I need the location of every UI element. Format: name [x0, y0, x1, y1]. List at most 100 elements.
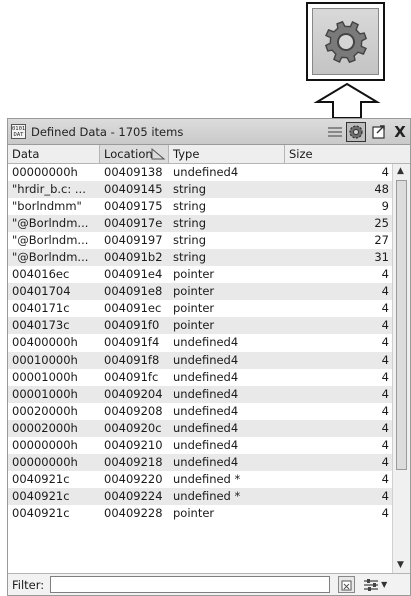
cell-location: 00409228 — [104, 505, 163, 520]
cell-data: 00001000h — [12, 386, 78, 401]
filter-options-icon[interactable]: ▼ — [363, 578, 387, 592]
cell-size: 4 — [381, 301, 389, 316]
table-row[interactable]: 00001000h 00409204 undefined4 4 — [8, 385, 410, 403]
filter-bar: Filter: ▼ — [8, 573, 410, 595]
defined-data-panel: 0101 DAT Defined Data - 1705 items X Dat… — [7, 118, 411, 596]
table-row[interactable]: 00000000h 00409210 undefined4 4 — [8, 436, 410, 454]
cell-location: 00409204 — [104, 386, 163, 401]
cell-size: 4 — [381, 454, 389, 469]
table-row[interactable]: 00000000h 00409218 undefined4 4 — [8, 453, 410, 471]
table-row[interactable]: "borlndmm" 00409175 string 9 — [8, 198, 410, 216]
cell-type: undefined4 — [173, 386, 239, 401]
cell-type: undefined4 — [173, 352, 239, 367]
cell-location: 00409210 — [104, 437, 163, 452]
cell-size: 4 — [381, 403, 389, 418]
cell-size: 4 — [381, 284, 389, 299]
cell-location: 0040920c — [104, 420, 162, 435]
cell-data: 00010000h — [12, 352, 78, 367]
cell-data: 00400000h — [12, 335, 78, 350]
cell-type: string — [173, 250, 207, 265]
cell-data: 0040921c — [12, 488, 70, 503]
table-row[interactable]: 0040921c 00409224 undefined * 4 — [8, 487, 410, 505]
column-header-location-label: Location — [104, 147, 153, 161]
export-icon[interactable] — [370, 123, 388, 141]
cell-location: 004091fc — [104, 369, 159, 384]
cell-location: 00409220 — [104, 471, 163, 486]
cell-type: undefined * — [173, 488, 241, 503]
scroll-up-icon[interactable]: ▲ — [397, 166, 404, 176]
cell-location: 00409197 — [104, 233, 163, 248]
scroll-down-icon[interactable]: ▼ — [397, 560, 404, 570]
cell-data: "@Borlndm... — [12, 233, 89, 248]
cell-data: 0040921c — [12, 505, 70, 520]
cell-size: 4 — [381, 318, 389, 333]
cell-size: 4 — [381, 386, 389, 401]
cell-location: 00409145 — [104, 182, 163, 197]
table-row[interactable]: 0040171c 004091ec pointer 4 — [8, 300, 410, 318]
filter-input[interactable] — [50, 576, 331, 593]
table-row[interactable]: 00001000h 004091fc undefined4 4 — [8, 368, 410, 386]
cell-data: 0040921c — [12, 471, 70, 486]
table-row[interactable]: 0040921c 00409220 undefined * 4 — [8, 470, 410, 488]
cell-type: undefined4 — [173, 335, 239, 350]
cell-location: 00409208 — [104, 403, 163, 418]
cell-size: 4 — [381, 267, 389, 282]
cell-size: 4 — [381, 165, 389, 179]
table-row[interactable]: 0040173c 004091f0 pointer 4 — [8, 317, 410, 335]
gear-icon — [324, 20, 367, 63]
cell-data: "borlndmm" — [12, 199, 82, 214]
cell-data: 00000000h — [12, 454, 78, 469]
table-row[interactable]: 004016ec 004091e4 pointer 4 — [8, 266, 410, 284]
cell-location: 00409138 — [104, 165, 163, 179]
cell-size: 4 — [381, 369, 389, 384]
table-row[interactable]: "hrdir_b.c: ... 00409145 string 48 — [8, 181, 410, 199]
cell-location: 004091f4 — [104, 335, 160, 350]
cell-type: string — [173, 216, 207, 231]
sort-ascending-icon — [151, 148, 165, 160]
gear-icon[interactable] — [346, 122, 366, 142]
table-row[interactable]: 00002000h 0040920c undefined4 4 — [8, 419, 410, 437]
cell-location: 00409218 — [104, 454, 163, 469]
close-button[interactable]: X — [392, 123, 408, 141]
column-header-location[interactable]: Location — [100, 145, 169, 163]
lines-icon[interactable] — [328, 125, 342, 139]
cell-size: 27 — [374, 233, 389, 248]
cell-type: undefined * — [173, 471, 241, 486]
filter-label: Filter: — [12, 577, 45, 592]
table-row[interactable]: 00000000h 00409138 undefined4 4 — [8, 164, 410, 182]
cell-location: 004091ec — [104, 301, 162, 316]
cell-size: 4 — [381, 505, 389, 520]
table-row[interactable]: 0040921c 00409228 pointer 4 — [8, 504, 410, 522]
data-table: Data Location Type Size 00000000h 0040913… — [8, 145, 410, 574]
clear-filter-icon[interactable] — [338, 576, 356, 593]
cell-type: undefined4 — [173, 369, 239, 384]
callout-arrow — [313, 82, 381, 119]
cell-type: undefined4 — [173, 420, 239, 435]
table-row[interactable]: "@Borlndm... 00409197 string 27 — [8, 232, 410, 250]
cell-location: 004091f8 — [104, 352, 160, 367]
vertical-scrollbar[interactable]: ▲ ▼ — [392, 164, 410, 574]
cell-data: 00401704 — [12, 284, 71, 299]
table-row[interactable]: "@Borlndm... 004091b2 string 31 — [8, 249, 410, 267]
cell-location: 004091f0 — [104, 318, 160, 333]
table-row[interactable]: 00401704 004091e8 pointer 4 — [8, 283, 410, 301]
cell-location: 00409175 — [104, 199, 163, 214]
column-header-type[interactable]: Type — [169, 145, 285, 163]
table-row[interactable]: 00010000h 004091f8 undefined4 4 — [8, 351, 410, 369]
data-type-icon: 0101 DAT — [11, 124, 26, 139]
cell-type: undefined4 — [173, 454, 239, 469]
column-header-data[interactable]: Data — [8, 145, 100, 163]
cell-size: 4 — [381, 420, 389, 435]
table-body: 00000000h 00409138 undefined4 4 "hrdir_b.c: … — [8, 164, 410, 522]
table-row[interactable]: 00400000h 004091f4 undefined4 4 — [8, 334, 410, 352]
cell-location: 00409224 — [104, 488, 163, 503]
table-row[interactable]: 00020000h 00409208 undefined4 4 — [8, 402, 410, 420]
cell-size: 4 — [381, 471, 389, 486]
scrollbar-thumb[interactable] — [396, 180, 407, 470]
column-header-size[interactable]: Size — [285, 145, 393, 163]
zoomed-gear-callout — [306, 2, 385, 81]
cell-size: 25 — [374, 216, 389, 231]
panel-titlebar: 0101 DAT Defined Data - 1705 items X — [8, 119, 410, 145]
table-row[interactable]: "@Borlndm... 0040917e string 25 — [8, 215, 410, 233]
cell-size: 48 — [374, 182, 389, 197]
